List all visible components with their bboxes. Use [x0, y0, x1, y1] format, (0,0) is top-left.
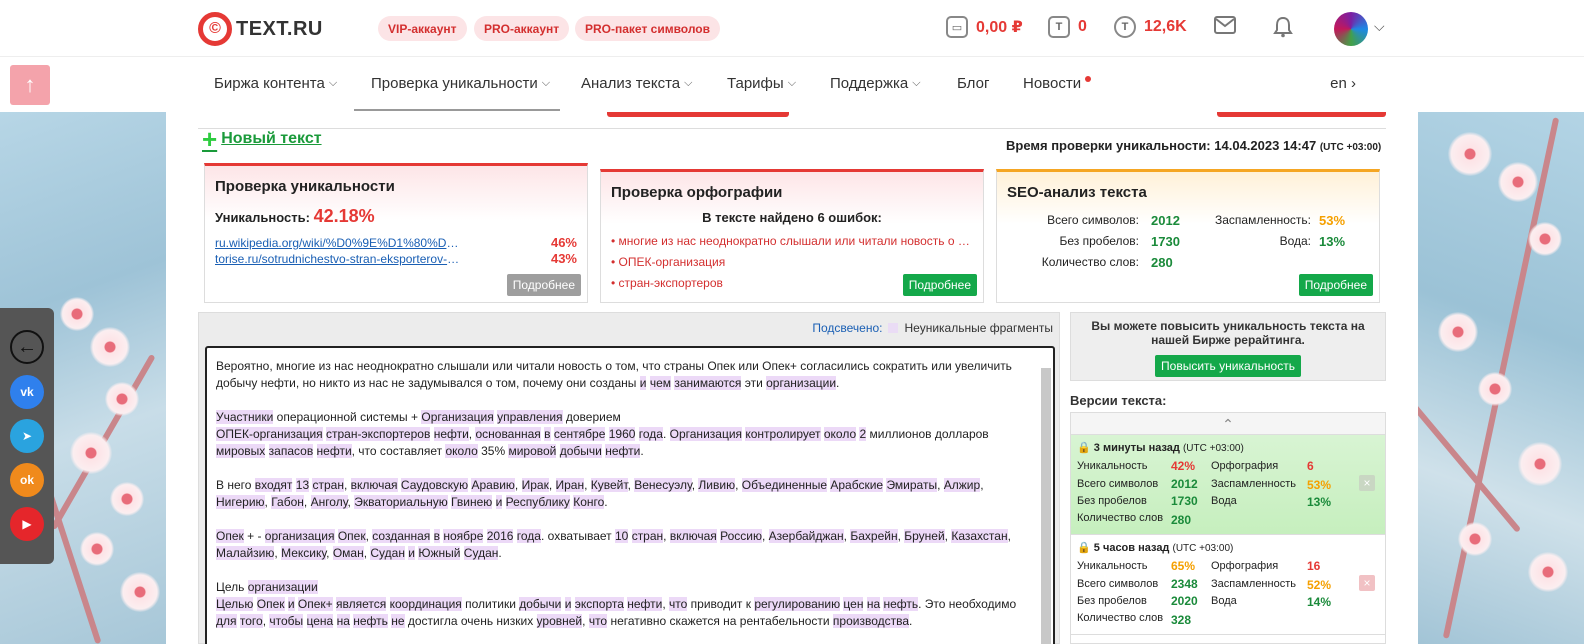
divider — [198, 128, 1386, 129]
nav-item-support[interactable]: Поддержка ⌵ — [830, 75, 921, 92]
chevron-up-icon[interactable]: ⌃ — [1071, 413, 1385, 435]
details-button[interactable]: Подробнее — [506, 274, 581, 296]
checked-text[interactable]: Вероятно, многие из нас неоднократно слы… — [205, 346, 1055, 644]
promo-text: Вы можете повысить уникальность текста н… — [1091, 319, 1365, 347]
seo-spam-label: Заспамленность: — [1214, 213, 1311, 227]
spelling-error[interactable]: многие из нас неоднократно слышали или ч… — [611, 234, 971, 248]
red-button-edge — [607, 112, 789, 117]
version-item[interactable]: 🔒 5 часов назад (UTC +03:00) Уникальност… — [1071, 535, 1385, 635]
nav-item-tariffs[interactable]: Тарифы ⌵ — [727, 75, 796, 92]
card-title: Проверка орфографии — [611, 184, 783, 201]
uniqueness-result: Уникальность: 42.18% — [215, 206, 375, 226]
pro-account-button[interactable]: PRO-аккаунт — [474, 16, 570, 41]
improve-uniqueness-button[interactable]: Повысить уникальность — [1155, 355, 1301, 377]
seo-nospace-label: Без пробелов: — [1059, 234, 1140, 248]
version-time: 🔒 3 минуты назад (UTC +03:00) — [1077, 442, 1244, 454]
version-item[interactable]: 🔒 3 минуты назад (UTC +03:00) Уникальнос… — [1071, 435, 1385, 535]
source-link[interactable]: ru.wikipedia.org/wiki/%D0%9E%D1%80%D0%B3… — [215, 236, 465, 250]
bell-icon — [1273, 16, 1293, 38]
telegram-icon[interactable]: ➤ — [10, 419, 44, 453]
version-time: 🔒 5 часов назад (UTC +03:00) — [1077, 542, 1234, 554]
nav-item-news[interactable]: Новости — [1023, 75, 1092, 92]
logo-text: TEXT.RU — [236, 17, 323, 40]
chevron-down-icon: ⌵ — [912, 77, 921, 89]
youtube-icon[interactable]: ▶ — [10, 507, 44, 541]
active-nav-indicator — [354, 109, 560, 111]
delete-version-button[interactable]: × — [1359, 575, 1375, 591]
symbols[interactable]: T 12,6K — [1114, 16, 1187, 38]
odnoklassniki-icon[interactable]: ok — [10, 463, 44, 497]
mail-button[interactable] — [1214, 16, 1236, 34]
nav-item-text-analysis[interactable]: Анализ текста ⌵ — [581, 75, 692, 92]
versions-list: ⌃ 🔒 3 минуты назад (UTC +03:00) Уникальн… — [1070, 412, 1386, 644]
errors-summary: В тексте найдено 6 ошибок: — [702, 210, 882, 225]
chevron-down-icon: ⌵ — [541, 77, 551, 89]
balance-value: 0,00 ₽ — [976, 19, 1023, 36]
nav-item-blog[interactable]: Блог — [957, 75, 989, 92]
tasks-icon: T — [1048, 16, 1070, 38]
wallet-icon: ▭ — [946, 16, 968, 38]
seo-total-value: 2012 — [1151, 213, 1180, 228]
language-switch[interactable]: en › — [1330, 75, 1356, 92]
seo-nospace-value: 1730 — [1151, 234, 1180, 249]
balance[interactable]: ▭ 0,00 ₽ — [946, 16, 1023, 38]
details-button[interactable]: Подробнее — [1298, 274, 1373, 296]
symbols-count: 12,6K — [1144, 18, 1187, 35]
red-button-edge — [1217, 112, 1386, 117]
nav-item-content-exchange[interactable]: Биржа контента ⌵ — [214, 75, 337, 92]
nav-item-uniqueness-check[interactable]: Проверка уникальности ⌵ — [371, 75, 550, 92]
tasks[interactable]: T 0 — [1048, 16, 1087, 38]
spelling-error[interactable]: ОПЕК-организация — [611, 255, 971, 269]
back-arrow-icon[interactable]: ← — [10, 330, 44, 364]
chevron-down-icon: ⌵ — [684, 77, 693, 89]
highlight-swatch — [888, 323, 899, 333]
card-title: Проверка уникальности — [215, 178, 395, 195]
scroll-up-button[interactable]: ↑ — [10, 65, 50, 105]
main-nav: Биржа контента ⌵ Проверка уникальности ⌵ А… — [0, 56, 1584, 112]
vk-icon[interactable]: vk — [10, 375, 44, 409]
seo-water-label: Вода: — [1279, 234, 1311, 248]
uniqueness-card: Проверка уникальности Уникальность: 42.1… — [204, 163, 588, 303]
rewrite-promo: Вы можете повысить уникальность текста н… — [1070, 312, 1386, 381]
seo-words-value: 280 — [1151, 255, 1173, 270]
arrow-up-icon: ↑ — [24, 72, 36, 97]
news-badge — [1085, 75, 1092, 82]
check-time: Время проверки уникальности: 14.04.2023 … — [1006, 138, 1382, 153]
versions-title: Версии текста: — [1070, 393, 1167, 408]
seo-card: SEO-анализ текста Всего символов: 2012 Б… — [996, 169, 1380, 303]
top-header: © TEXT.RU VIP-аккаунт PRO-аккаунт PRO-па… — [0, 0, 1584, 56]
text-panel: Подсвечено: Неуникальные фрагменты Вероя… — [198, 312, 1060, 644]
seo-words-label: Количество слов: — [1041, 255, 1139, 269]
social-sidebar: ← vk ➤ ok ▶ — [0, 308, 54, 564]
symbols-icon: T — [1114, 16, 1136, 38]
highlight-legend: Подсвечено: Неуникальные фрагменты — [812, 321, 1053, 335]
details-button[interactable]: Подробнее — [902, 274, 977, 296]
pro-symbols-button[interactable]: PRO-пакет символов — [575, 16, 721, 41]
seo-total-label: Всего символов: — [1047, 213, 1139, 227]
background-right — [1418, 112, 1584, 644]
chevron-down-icon: ⌵ — [328, 77, 338, 89]
seo-water-value: 13% — [1319, 234, 1346, 249]
new-text-label: Новый текст — [221, 130, 322, 147]
avatar[interactable] — [1334, 12, 1368, 46]
plus-icon: + — [202, 124, 218, 154]
scrollbar[interactable] — [1041, 368, 1051, 644]
mail-icon — [1214, 16, 1236, 34]
source-percent: 43% — [550, 251, 577, 266]
source-percent: 46% — [550, 235, 577, 250]
source-link[interactable]: torise.ru/sotrudnichestvo-stran-eksporte… — [215, 252, 465, 266]
notifications-button[interactable] — [1273, 16, 1293, 38]
main-content: + Новый текст Время проверки уникальност… — [166, 112, 1418, 644]
tasks-count: 0 — [1078, 18, 1087, 35]
chevron-down-icon: ⌵ — [787, 77, 797, 89]
delete-version-button[interactable]: × — [1359, 475, 1375, 491]
card-title: SEO-анализ текста — [1007, 184, 1147, 201]
spelling-card: Проверка орфографии В тексте найдено 6 о… — [600, 169, 984, 303]
seo-spam-value: 53% — [1319, 213, 1346, 228]
new-text-link[interactable]: + Новый текст — [202, 124, 322, 154]
logo-icon: © — [198, 12, 232, 46]
vip-account-button[interactable]: VIP-аккаунт — [378, 16, 467, 41]
chevron-down-icon[interactable]: ⌵ — [1374, 18, 1385, 35]
logo[interactable]: © TEXT.RU — [198, 12, 323, 46]
